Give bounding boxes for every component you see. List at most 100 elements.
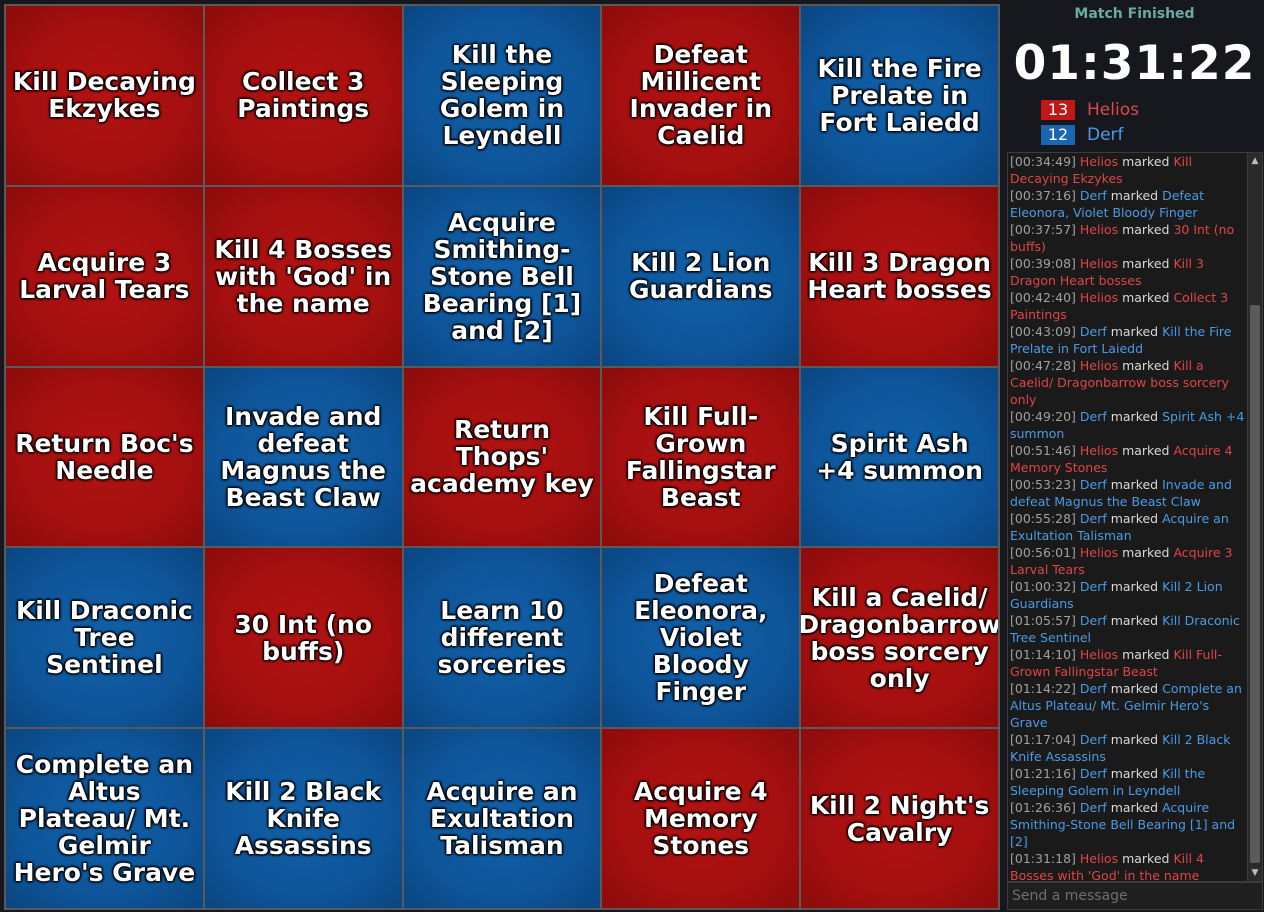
- log-action: marked: [1106, 732, 1163, 747]
- bingo-cell[interactable]: Kill a Caelid/ Dragonbarrow boss sorcery…: [801, 548, 998, 728]
- bingo-cell[interactable]: Acquire an Exultation Talisman: [403, 729, 601, 908]
- log-entry: [01:14:22] Derf marked Complete an Altus…: [1010, 680, 1246, 731]
- log-player: Derf: [1079, 681, 1107, 696]
- log-player: Helios: [1079, 443, 1119, 458]
- log-player: Helios: [1079, 647, 1119, 662]
- log-entry: [01:05:57] Derf marked Kill Draconic Tre…: [1010, 612, 1246, 646]
- log-time: [01:14:22]: [1010, 681, 1076, 696]
- log-entry: [00:55:28] Derf marked Acquire an Exulta…: [1010, 510, 1246, 544]
- log-time: [00:53:23]: [1010, 477, 1076, 492]
- log-time: [00:37:16]: [1010, 188, 1076, 203]
- log-action: marked: [1118, 358, 1174, 373]
- log-player: Helios: [1079, 358, 1119, 373]
- team-derf: 12 Derf: [1041, 124, 1124, 146]
- log-player: Derf: [1079, 579, 1107, 594]
- log-player: Helios: [1079, 545, 1119, 560]
- log-action: marked: [1106, 681, 1163, 696]
- bingo-cell[interactable]: Complete an Altus Plateau/ Mt. Gelmir He…: [6, 729, 203, 908]
- bingo-cell[interactable]: Kill Full-Grown Fallingstar Beast: [602, 367, 800, 547]
- bingo-cell[interactable]: Kill 2 Lion Guardians: [602, 186, 800, 366]
- bingo-cell[interactable]: Return Boc's Needle: [6, 367, 203, 547]
- log-entry: [00:56:01] Helios marked Acquire 3 Larva…: [1010, 544, 1246, 578]
- log-action: marked: [1106, 613, 1163, 628]
- log-action: marked: [1118, 647, 1174, 662]
- log-entry: [01:31:18] Helios marked Kill 4 Bosses w…: [1010, 850, 1246, 881]
- log-content: [00:34:49] Helios marked Kill Decaying E…: [1010, 153, 1246, 881]
- match-timer: 01:31:22: [1013, 36, 1256, 91]
- bingo-cell[interactable]: Collect 3 Paintings: [204, 6, 402, 185]
- log-player: Derf: [1079, 800, 1107, 815]
- log-entry: [01:21:16] Derf marked Kill the Sleeping…: [1010, 765, 1246, 799]
- log-action: marked: [1106, 800, 1163, 815]
- log-entry: [01:14:10] Helios marked Kill Full-Grown…: [1010, 646, 1246, 680]
- team-score: 12: [1041, 125, 1075, 145]
- log-action: marked: [1118, 545, 1174, 560]
- log-time: [00:42:40]: [1010, 290, 1076, 305]
- log-action: marked: [1106, 324, 1163, 339]
- chat-message-input[interactable]: [1007, 882, 1263, 910]
- log-player: Helios: [1079, 851, 1119, 866]
- log-entry: [00:49:20] Derf marked Spirit Ash +4 sum…: [1010, 408, 1246, 442]
- match-log[interactable]: [00:34:49] Helios marked Kill Decaying E…: [1007, 152, 1263, 882]
- bingo-cell[interactable]: Return Thops' academy key: [403, 367, 601, 547]
- log-action: marked: [1106, 409, 1163, 424]
- bingo-cell[interactable]: Acquire Smithing-Stone Bell Bearing [1] …: [403, 186, 601, 366]
- log-action: marked: [1118, 290, 1174, 305]
- log-time: [00:56:01]: [1010, 545, 1076, 560]
- scroll-down-icon[interactable]: ▼: [1248, 865, 1262, 881]
- log-time: [01:14:10]: [1010, 647, 1076, 662]
- log-player: Derf: [1079, 477, 1107, 492]
- log-time: [01:21:16]: [1010, 766, 1076, 781]
- bingo-cell[interactable]: Kill Draconic Tree Sentinel: [6, 548, 203, 728]
- log-action: marked: [1106, 477, 1163, 492]
- log-player: Helios: [1079, 154, 1119, 169]
- log-action: marked: [1118, 443, 1174, 458]
- bingo-cell[interactable]: Kill the Sleeping Golem in Leyndell: [403, 6, 601, 185]
- bingo-cell[interactable]: Learn 10 different sorceries: [403, 548, 601, 728]
- log-player: Derf: [1079, 613, 1107, 628]
- team-name: Helios: [1087, 100, 1139, 120]
- bingo-cell[interactable]: Kill 3 Dragon Heart bosses: [801, 186, 998, 366]
- log-time: [00:49:20]: [1010, 409, 1076, 424]
- bingo-cell[interactable]: Invade and defeat Magnus the Beast Claw: [204, 367, 402, 547]
- log-time: [01:17:04]: [1010, 732, 1076, 747]
- log-action: marked: [1106, 188, 1163, 203]
- log-time: [00:55:28]: [1010, 511, 1076, 526]
- log-time: [00:37:57]: [1010, 222, 1076, 237]
- log-time: [00:51:46]: [1010, 443, 1076, 458]
- log-time: [01:26:36]: [1010, 800, 1076, 815]
- log-player: Helios: [1079, 290, 1119, 305]
- log-player: Derf: [1079, 324, 1107, 339]
- bingo-cell[interactable]: Defeat Millicent Invader in Caelid: [602, 6, 800, 185]
- log-action: marked: [1118, 222, 1174, 237]
- log-entry: [00:39:08] Helios marked Kill 3 Dragon H…: [1010, 255, 1246, 289]
- bingo-cell[interactable]: 30 Int (no buffs): [204, 548, 402, 728]
- log-action: marked: [1106, 579, 1163, 594]
- bingo-cell[interactable]: Acquire 3 Larval Tears: [6, 186, 203, 366]
- log-entry: [01:17:04] Derf marked Kill 2 Black Knif…: [1010, 731, 1246, 765]
- log-scrollbar[interactable]: ▲ ▼: [1247, 153, 1262, 881]
- log-time: [00:39:08]: [1010, 256, 1076, 271]
- bingo-cell[interactable]: Kill 2 Black Knife Assassins: [204, 729, 402, 908]
- bingo-board: Kill Decaying Ekzykes Collect 3 Paintings…: [4, 4, 1000, 910]
- team-helios: 13 Helios: [1041, 99, 1139, 121]
- log-action: marked: [1118, 851, 1174, 866]
- bingo-cell[interactable]: Acquire 4 Memory Stones: [602, 729, 800, 908]
- log-entry: [00:53:23] Derf marked Invade and defeat…: [1010, 476, 1246, 510]
- log-time: [00:34:49]: [1010, 154, 1076, 169]
- scroll-up-icon[interactable]: ▲: [1248, 153, 1262, 169]
- log-entry: [00:37:57] Helios marked 30 Int (no buff…: [1010, 221, 1246, 255]
- log-player: Derf: [1079, 409, 1107, 424]
- log-player: Derf: [1079, 766, 1107, 781]
- log-time: [01:05:57]: [1010, 613, 1076, 628]
- team-name: Derf: [1087, 125, 1124, 145]
- log-time: [01:00:32]: [1010, 579, 1076, 594]
- bingo-cell[interactable]: Kill 4 Bosses with 'God' in the name: [204, 186, 402, 366]
- bingo-cell[interactable]: Kill Decaying Ekzykes: [6, 6, 203, 185]
- bingo-cell[interactable]: Kill 2 Night's Cavalry: [801, 729, 998, 908]
- bingo-cell[interactable]: Defeat Eleonora, Violet Bloody Finger: [602, 548, 800, 728]
- bingo-cell[interactable]: Kill the Fire Prelate in Fort Laiedd: [801, 6, 998, 185]
- scroll-thumb[interactable]: [1250, 305, 1260, 863]
- bingo-cell[interactable]: Spirit Ash +4 summon: [801, 367, 998, 547]
- log-entry: [00:51:46] Helios marked Acquire 4 Memor…: [1010, 442, 1246, 476]
